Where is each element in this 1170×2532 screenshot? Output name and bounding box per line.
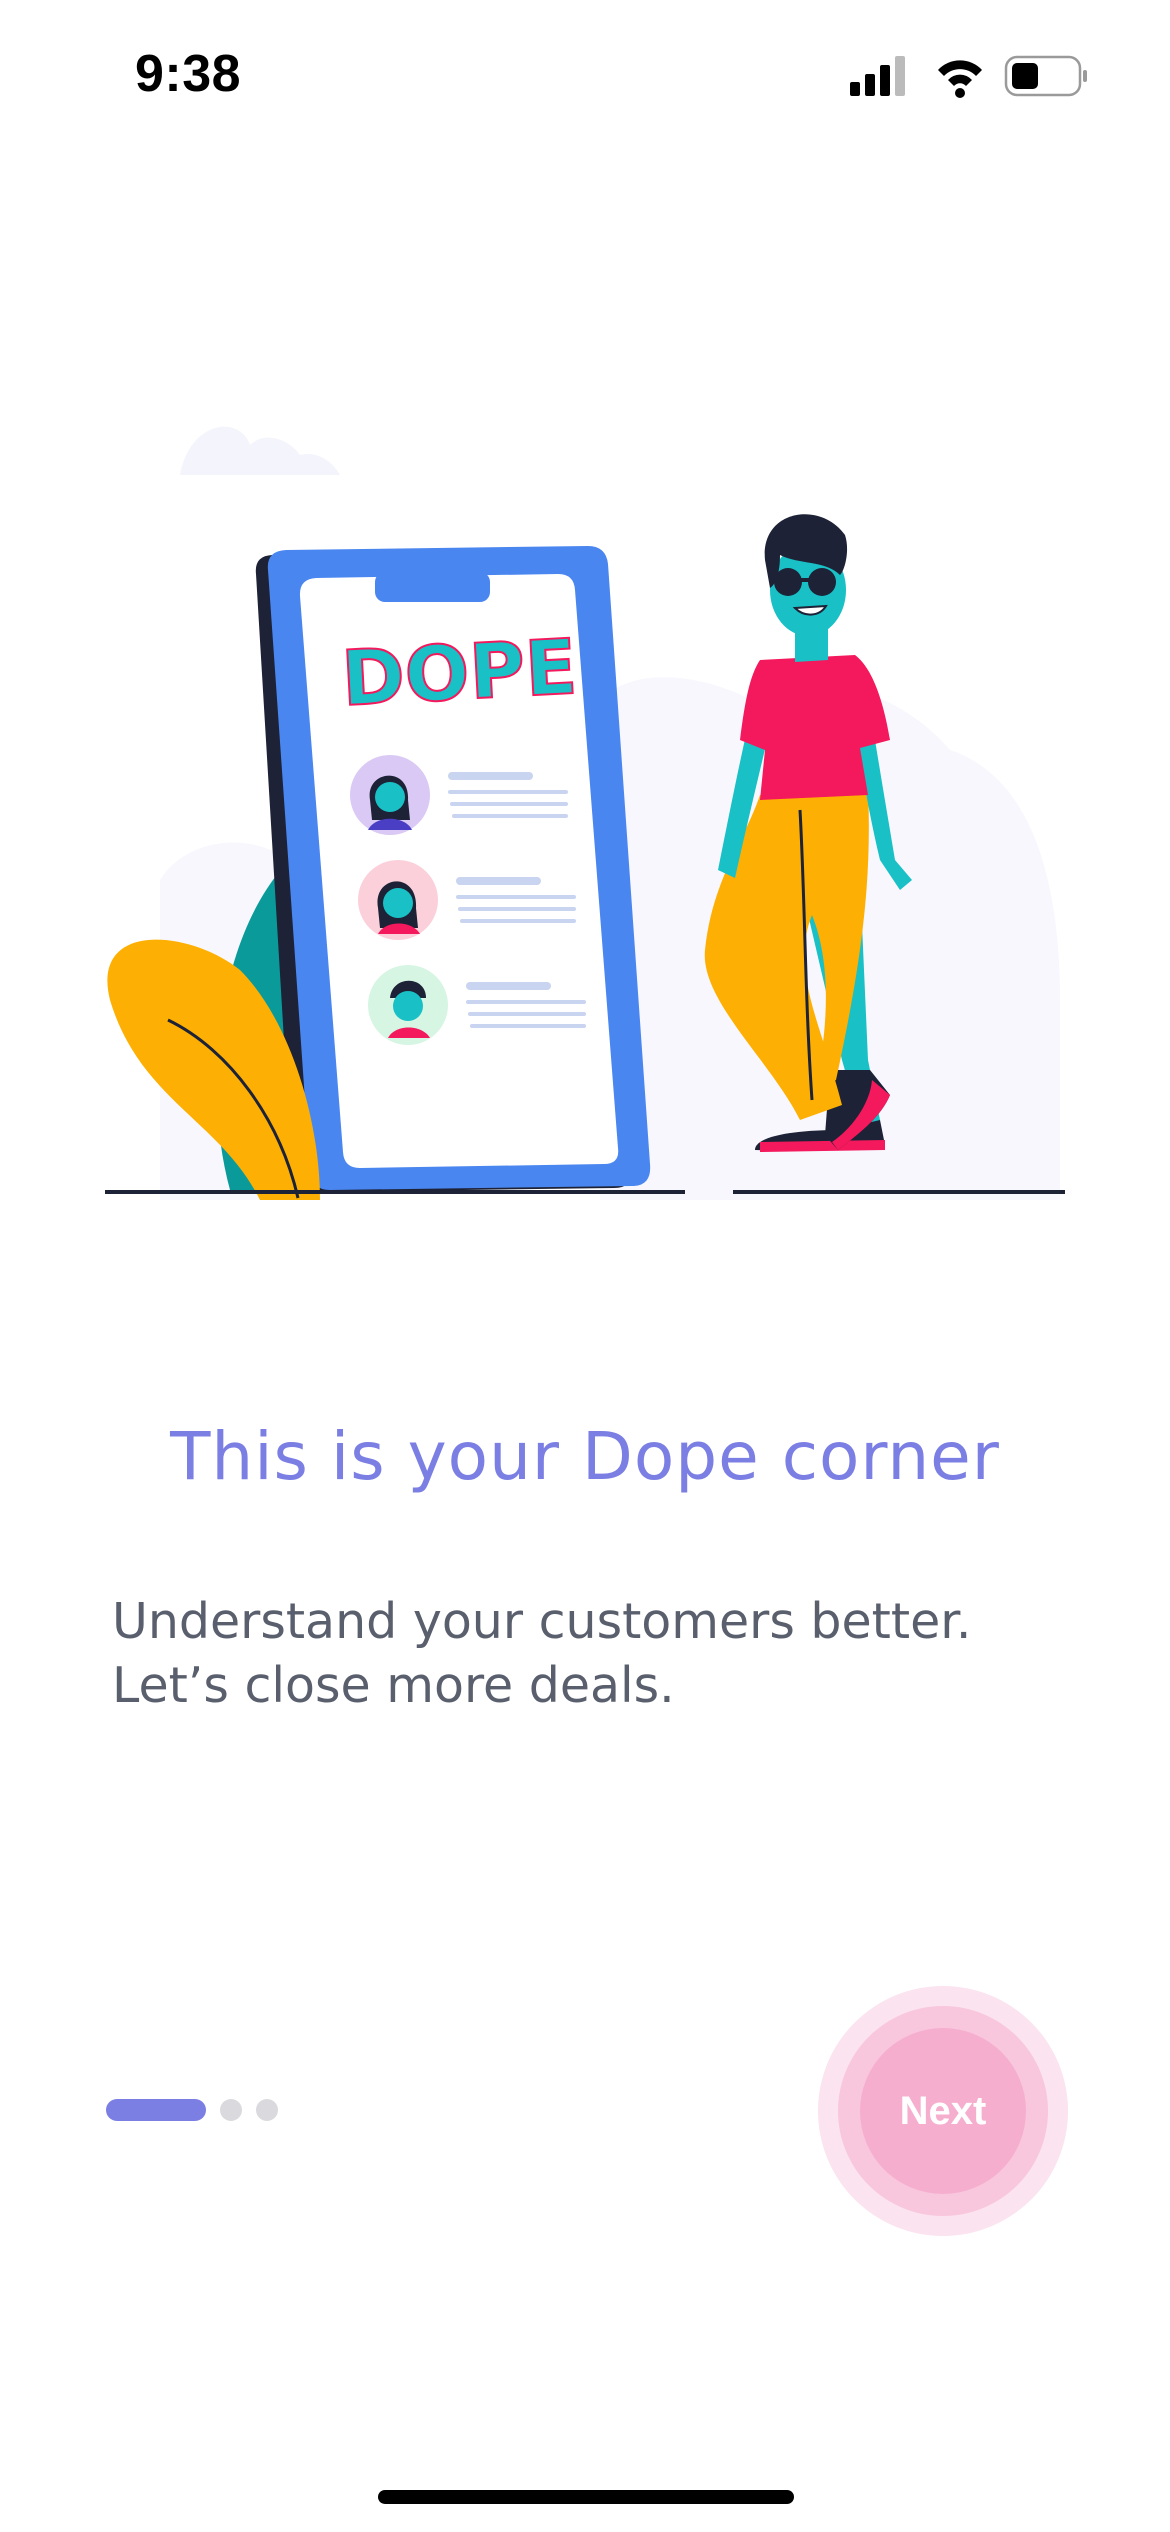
page-indicator xyxy=(106,2098,278,2122)
subtitle-line: Understand your customers better. xyxy=(112,1593,972,1650)
onboarding-illustration: DOPE xyxy=(105,426,1065,1200)
subtitle-line: Let’s close more deals. xyxy=(112,1657,675,1714)
next-button[interactable]: Next xyxy=(860,2028,1026,2194)
page-dot[interactable] xyxy=(220,2099,242,2121)
status-bar: 9:38 xyxy=(0,0,1170,150)
phone-graphic: DOPE xyxy=(255,546,651,1192)
onboarding-title: This is your Dope corner xyxy=(170,1418,1000,1495)
onboarding-subtitle: Understand your customers better. Let’s … xyxy=(112,1590,1092,1718)
home-indicator[interactable] xyxy=(378,2490,794,2504)
page-dot[interactable] xyxy=(256,2099,278,2121)
page-dot-active[interactable] xyxy=(106,2099,206,2121)
next-button-container: Next xyxy=(818,1986,1068,2236)
status-icons xyxy=(850,55,1087,98)
cellular-signal-icon xyxy=(850,56,905,96)
phone-brand-text: DOPE xyxy=(339,622,579,723)
wifi-icon xyxy=(938,60,982,98)
battery-icon xyxy=(1004,55,1087,97)
status-time: 9:38 xyxy=(135,45,242,103)
